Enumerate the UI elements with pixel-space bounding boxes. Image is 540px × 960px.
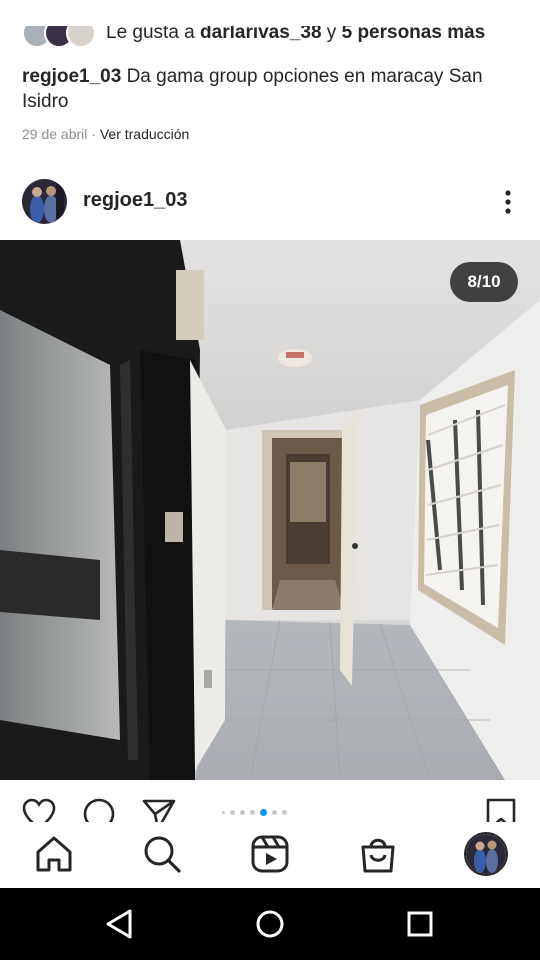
post-username[interactable]: regjoe1_03 bbox=[83, 189, 188, 212]
home-circle-icon[interactable] bbox=[252, 906, 288, 942]
heart-icon[interactable] bbox=[22, 798, 56, 822]
system-navigation-bar bbox=[0, 888, 540, 960]
post-actions bbox=[0, 780, 540, 822]
liked-by-row[interactable]: Le gusta a darlarivas_38 y 5 personas má… bbox=[22, 26, 522, 54]
carousel-dot bbox=[230, 810, 235, 815]
post-header: regjoe1_03 bbox=[0, 176, 540, 226]
carousel-dot bbox=[250, 810, 255, 815]
liker-others[interactable]: 5 personas más bbox=[342, 26, 486, 43]
caption-username[interactable]: regjoe1_03 bbox=[22, 66, 121, 87]
liker-username[interactable]: darlarivas_38 bbox=[200, 26, 322, 43]
search-icon[interactable] bbox=[142, 834, 182, 874]
back-icon[interactable] bbox=[102, 906, 138, 942]
meta-separator: · bbox=[87, 126, 100, 142]
more-vertical-icon[interactable] bbox=[498, 188, 518, 216]
post-meta: 29 de abril · Ver traducción bbox=[22, 126, 189, 142]
carousel-dot bbox=[240, 810, 245, 815]
hallway-image bbox=[0, 240, 540, 780]
profile-avatar[interactable] bbox=[464, 832, 508, 876]
likes-text: Le gusta a darlarivas_38 y 5 personas má… bbox=[106, 26, 485, 44]
carousel-indicator bbox=[222, 809, 287, 816]
liker-avatar bbox=[66, 26, 96, 48]
carousel-dot bbox=[282, 810, 287, 815]
recents-icon[interactable] bbox=[402, 906, 438, 942]
post-date: 29 de abril bbox=[22, 126, 88, 142]
carousel-dot bbox=[272, 810, 277, 815]
post-photo[interactable]: 8/10 bbox=[0, 240, 540, 780]
comment-icon[interactable] bbox=[82, 798, 116, 822]
shop-icon[interactable] bbox=[358, 834, 398, 874]
carousel-counter: 8/10 bbox=[450, 262, 518, 302]
send-icon[interactable] bbox=[142, 798, 176, 822]
carousel-dot-active bbox=[260, 809, 267, 816]
post-caption: regjoe1_03 Da gama group opciones en mar… bbox=[22, 64, 522, 114]
user-avatar[interactable] bbox=[22, 179, 67, 224]
reels-icon[interactable] bbox=[250, 834, 290, 874]
carousel-dot bbox=[222, 811, 225, 814]
home-icon[interactable] bbox=[34, 834, 74, 874]
bottom-navigation bbox=[0, 822, 540, 888]
bookmark-icon[interactable] bbox=[484, 798, 518, 822]
see-translation-link[interactable]: Ver traducción bbox=[100, 126, 190, 142]
